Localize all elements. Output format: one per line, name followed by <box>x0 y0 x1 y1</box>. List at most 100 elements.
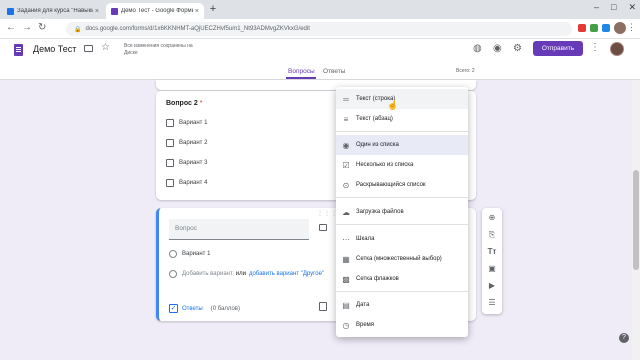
close-window-icon[interactable]: ✕ <box>628 2 636 13</box>
add-option-link[interactable]: Добавить вариант <box>182 271 233 277</box>
menu-item-scale[interactable]: ⋯ Шкала <box>336 229 468 249</box>
profile-icon[interactable] <box>614 22 626 34</box>
checkbox-icon <box>166 139 174 147</box>
new-tab-button[interactable]: + <box>206 3 220 15</box>
checkbox-option[interactable]: Вариант 3 <box>166 159 207 167</box>
menu-item-label: Шкала <box>356 236 375 242</box>
tab-title: Демо Тест - Google Формы <box>121 8 193 14</box>
or-text: или <box>235 271 246 277</box>
checkbox-icon: ☑ <box>342 160 350 170</box>
preview-eye-icon[interactable]: ◉ <box>493 43 502 54</box>
menu-item-label: Загрузка файлов <box>356 209 404 215</box>
add-section-icon[interactable]: ☰ <box>482 298 502 307</box>
saved-status: Все изменения сохранены на Диске <box>124 43 193 56</box>
forward-icon[interactable]: → <box>22 22 32 33</box>
lock-icon: 🔒 <box>74 26 82 33</box>
answer-key-icon: ✓ <box>169 304 178 313</box>
back-icon[interactable]: ← <box>6 22 16 33</box>
menu-item-label: Один из списка <box>356 142 399 148</box>
maximize-icon[interactable]: □ <box>611 2 616 13</box>
option-label: Вариант 2 <box>179 140 208 146</box>
url-text: docs.google.com/forms/d/1x6KKNHMT-aQjUEC… <box>85 26 310 32</box>
browser-tab-2[interactable]: Демо Тест - Google Формы × <box>106 3 204 19</box>
close-tab-icon[interactable]: × <box>195 8 199 15</box>
question-title-text: Вопрос 2 <box>166 100 198 107</box>
option-label: Вариант 1 <box>179 120 208 126</box>
duplicate-icon[interactable] <box>319 302 327 311</box>
radio-option[interactable]: Вариант 1 <box>169 250 210 258</box>
hand-cursor-icon: ☝ <box>387 100 399 110</box>
forms-header: Демо Тест ☆ Все изменения сохранены на Д… <box>0 39 640 80</box>
browser-tab-1[interactable]: Задания для курса "Навыки Go × <box>2 3 104 19</box>
dropdown-icon: ⊙ <box>342 180 350 190</box>
settings-gear-icon[interactable]: ⚙ <box>513 43 522 54</box>
send-button[interactable]: Отправить <box>533 41 583 56</box>
required-mark: * <box>199 100 203 107</box>
checkbox-grid-icon: ▩ <box>342 274 350 284</box>
folder-icon[interactable] <box>84 45 93 52</box>
more-options-icon[interactable]: ⋮ <box>590 42 600 53</box>
short-text-icon: ═ <box>343 94 349 104</box>
page-scrollbar[interactable] <box>632 80 640 360</box>
forms-logo-icon[interactable] <box>14 44 23 56</box>
close-tab-icon[interactable]: × <box>95 8 99 15</box>
time-icon: ◷ <box>342 320 350 330</box>
extension-icon[interactable] <box>602 24 610 32</box>
avatar[interactable] <box>610 42 624 56</box>
checkbox-icon <box>166 119 174 127</box>
browser-toolbar: ← → ↻ 🔒 docs.google.com/forms/d/1x6KKNHM… <box>0 19 640 39</box>
option-label: Вариант 1 <box>182 251 211 257</box>
scrollbar-thumb[interactable] <box>633 170 639 270</box>
menu-divider <box>336 291 468 292</box>
add-question-icon[interactable]: ⊕ <box>482 213 502 222</box>
add-title-icon[interactable]: Tт <box>482 247 502 256</box>
tab-answers[interactable]: Ответы <box>323 68 345 75</box>
menu-item-multiple-choice[interactable]: ◉ Один из списка <box>336 135 468 155</box>
drag-handle-icon[interactable]: ⋮⋮⋮ <box>317 210 338 217</box>
add-other-link[interactable]: добавить вариант "Другое" <box>249 271 324 277</box>
window-controls: – □ ✕ <box>594 2 636 13</box>
menu-item-short-text[interactable]: ═ Текст (строка) <box>336 89 468 109</box>
menu-item-file-upload[interactable]: ☁ Загрузка файлов <box>336 202 468 222</box>
menu-item-paragraph[interactable]: ≡ Текст (абзац) <box>336 109 468 129</box>
upload-icon: ☁ <box>342 207 350 217</box>
radio-icon <box>169 270 177 278</box>
question-input[interactable]: Вопрос <box>169 219 309 240</box>
checkbox-option[interactable]: Вариант 2 <box>166 139 207 147</box>
tab-questions[interactable]: Вопросы <box>288 68 315 75</box>
address-bar[interactable]: 🔒 docs.google.com/forms/d/1x6KKNHMT-aQjU… <box>66 22 572 36</box>
answer-key-button[interactable]: ✓ Ответы (0 баллов) <box>169 304 240 313</box>
add-image-icon[interactable]: ▣ <box>482 264 502 273</box>
star-icon[interactable]: ☆ <box>101 42 110 53</box>
checkbox-icon <box>166 179 174 187</box>
option-label: Вариант 4 <box>179 180 208 186</box>
extension-icon[interactable] <box>590 24 598 32</box>
option-label: Вариант 3 <box>179 160 208 166</box>
total-points: Всего: 2 <box>456 68 475 74</box>
reload-icon[interactable]: ↻ <box>38 22 46 33</box>
image-icon[interactable] <box>319 224 327 231</box>
extension-icon[interactable] <box>578 24 586 32</box>
menu-item-label: Время <box>356 322 375 328</box>
menu-item-date[interactable]: ▤ Дата <box>336 295 468 315</box>
minimize-icon[interactable]: – <box>594 2 599 13</box>
add-video-icon[interactable]: ▶ <box>482 281 502 290</box>
menu-item-dropdown[interactable]: ⊙ Раскрывающийся список <box>336 175 468 195</box>
form-title[interactable]: Демо Тест <box>33 44 76 54</box>
side-toolbar: ⊕ ⎘ Tт ▣ ▶ ☰ <box>482 208 502 314</box>
palette-icon[interactable]: ◍ <box>473 43 482 54</box>
checkbox-option[interactable]: Вариант 1 <box>166 119 207 127</box>
question-title: Вопрос 2 * <box>166 100 202 107</box>
menu-item-label: Несколько из списка <box>356 162 414 168</box>
menu-item-checkbox-grid[interactable]: ▩ Сетка флажков <box>336 269 468 289</box>
help-icon[interactable]: ? <box>619 333 629 343</box>
menu-item-time[interactable]: ◷ Время <box>336 315 468 335</box>
grid-icon: ▦ <box>342 254 350 264</box>
date-icon: ▤ <box>342 300 350 310</box>
import-questions-icon[interactable]: ⎘ <box>482 230 502 240</box>
checkbox-option[interactable]: Вариант 4 <box>166 179 207 187</box>
browser-menu-icon[interactable]: ⋮ <box>627 22 636 33</box>
scale-icon: ⋯ <box>342 234 350 244</box>
menu-item-checkboxes[interactable]: ☑ Несколько из списка <box>336 155 468 175</box>
menu-item-grid[interactable]: ▦ Сетка (множественный выбор) <box>336 249 468 269</box>
